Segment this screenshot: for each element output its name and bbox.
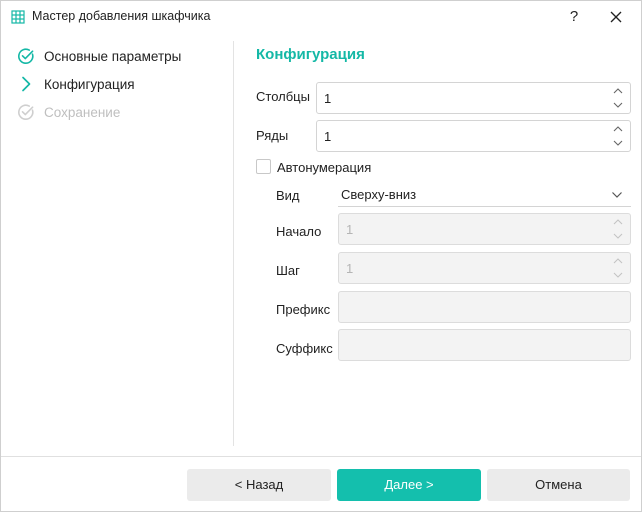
rows-spinbox[interactable]: 1 xyxy=(316,120,631,152)
step-label: Шаг xyxy=(276,263,300,278)
table-icon xyxy=(11,10,25,24)
help-button[interactable]: ? xyxy=(559,5,589,29)
start-value: 1 xyxy=(346,222,354,237)
step-label: Основные параметры xyxy=(44,48,182,64)
wizard-window: Мастер добавления шкафчика ? Основные па… xyxy=(0,0,642,512)
view-select[interactable]: Сверху-вниз xyxy=(338,182,631,207)
prefix-label: Префикс xyxy=(276,302,331,317)
view-value: Сверху-вниз xyxy=(341,187,417,202)
columns-spinbox[interactable]: 1 xyxy=(316,82,631,114)
spin-arrows-icon[interactable] xyxy=(612,123,624,149)
panel-divider xyxy=(233,41,234,446)
columns-value: 1 xyxy=(324,91,332,106)
chevron-right-icon xyxy=(17,75,35,93)
start-label: Начало xyxy=(276,224,322,239)
step-basic-params[interactable]: Основные параметры xyxy=(17,45,181,67)
start-spinbox: 1 xyxy=(338,213,631,245)
step-configuration[interactable]: Конфигурация xyxy=(17,73,135,95)
next-button[interactable]: Далее > xyxy=(337,469,481,501)
suffix-label: Суффикс xyxy=(276,341,333,356)
spin-arrows-icon[interactable] xyxy=(612,85,624,111)
step-spinbox: 1 xyxy=(338,252,631,284)
window-title: Мастер добавления шкафчика xyxy=(32,9,211,23)
chevron-down-icon xyxy=(611,188,623,203)
columns-label: Столбцы xyxy=(256,89,310,104)
close-icon xyxy=(610,11,622,23)
check-circle-icon xyxy=(17,47,35,65)
step-label: Сохранение xyxy=(44,104,121,120)
suffix-field xyxy=(338,329,631,361)
check-circle-icon xyxy=(17,103,35,121)
rows-value: 1 xyxy=(324,129,332,144)
prefix-field xyxy=(338,291,631,323)
autonumbering-checkbox[interactable] xyxy=(256,159,271,174)
title-bar: Мастер добавления шкафчика ? xyxy=(1,1,641,33)
view-label: Вид xyxy=(276,188,300,203)
footer-divider xyxy=(1,456,641,457)
step-value: 1 xyxy=(346,261,354,276)
spin-arrows-icon xyxy=(612,255,624,281)
step-saving: Сохранение xyxy=(17,101,120,123)
autonumbering-label[interactable]: Автонумерация xyxy=(277,160,371,175)
step-label: Конфигурация xyxy=(44,76,135,92)
cancel-button[interactable]: Отмена xyxy=(487,469,630,501)
spin-arrows-icon xyxy=(612,216,624,242)
back-button[interactable]: < Назад xyxy=(187,469,331,501)
close-button[interactable] xyxy=(601,5,631,29)
section-title: Конфигурация xyxy=(256,46,365,63)
rows-label: Ряды xyxy=(256,128,289,143)
